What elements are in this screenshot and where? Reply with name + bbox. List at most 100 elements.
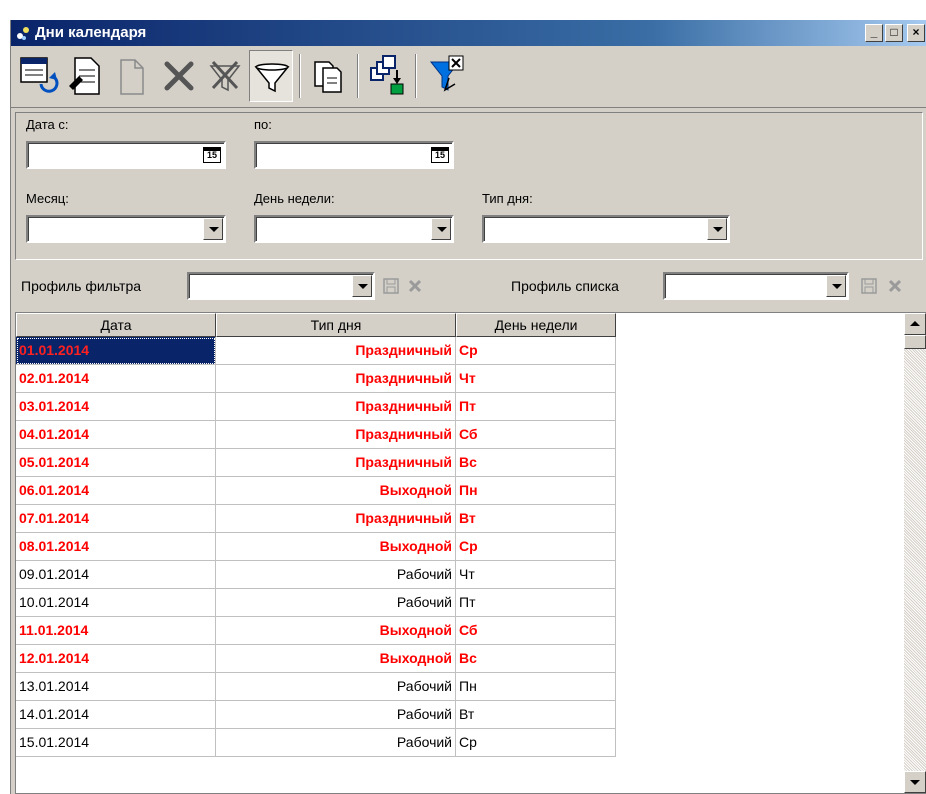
table-row[interactable]: 15.01.2014 Рабочий Ср (16, 729, 616, 757)
table-row[interactable]: 11.01.2014 Выходной Сб (16, 617, 616, 645)
cell-weekday: Ср (456, 533, 616, 561)
calendar-icon: 15 (206, 150, 217, 160)
scroll-up-icon[interactable] (904, 313, 926, 335)
table-row[interactable]: 06.01.2014 Выходной Пн (16, 477, 616, 505)
daytype-select[interactable] (482, 215, 730, 243)
toolbar (11, 46, 926, 108)
calendar-icon: 15 (434, 150, 445, 160)
cell-date: 06.01.2014 (16, 477, 216, 505)
save-icon[interactable] (861, 278, 877, 294)
edit-document-icon (69, 57, 100, 95)
cell-weekday: Пт (456, 393, 616, 421)
cell-date: 03.01.2014 (16, 393, 216, 421)
table-row[interactable]: 10.01.2014 Рабочий Пт (16, 589, 616, 617)
minimize-button[interactable]: _ (865, 24, 883, 42)
filter-button[interactable] (249, 50, 293, 102)
table-row[interactable]: 12.01.2014 Выходной Вс (16, 645, 616, 673)
cell-weekday: Чт (456, 365, 616, 393)
cell-day-type: Праздничный (216, 505, 456, 533)
vertical-scrollbar[interactable] (904, 313, 926, 793)
cell-date: 11.01.2014 (16, 617, 216, 645)
clear-filter-button[interactable] (203, 50, 247, 102)
cell-day-type: Выходной (216, 617, 456, 645)
daytype-label: Тип дня: (482, 191, 533, 206)
calendar-button[interactable]: 15 (431, 147, 449, 163)
export-button[interactable] (365, 50, 409, 102)
window-title: Дни календаря (35, 24, 147, 41)
maximize-icon: □ (890, 25, 898, 39)
filter-profile-select[interactable] (187, 272, 375, 300)
maximize-button[interactable]: □ (885, 24, 903, 42)
date-to-field[interactable]: 15 (254, 141, 454, 169)
chevron-down-icon[interactable] (352, 275, 372, 297)
date-from-label: Дата с: (26, 117, 69, 132)
cell-date: 02.01.2014 (16, 365, 216, 393)
cell-day-type: Праздничный (216, 421, 456, 449)
delete-profile-icon[interactable] (407, 278, 423, 294)
calendar-button[interactable]: 15 (203, 147, 221, 163)
minimize-icon: _ (870, 25, 878, 39)
cell-day-type: Рабочий (216, 673, 456, 701)
list-profile-select[interactable] (663, 272, 849, 300)
table-row[interactable]: 05.01.2014 Праздничный Вс (16, 449, 616, 477)
save-icon[interactable] (383, 278, 399, 294)
chevron-down-icon[interactable] (707, 218, 727, 240)
cell-date: 15.01.2014 (16, 729, 216, 757)
cell-day-type: Выходной (216, 477, 456, 505)
copy-icon (314, 61, 342, 93)
close-icon: × (912, 25, 920, 39)
chevron-down-icon[interactable] (431, 218, 451, 240)
filter-settings-icon (429, 55, 464, 92)
cell-weekday: Ср (456, 729, 616, 757)
cell-day-type: Праздничный (216, 365, 456, 393)
cell-weekday: Вс (456, 645, 616, 673)
weekday-select[interactable] (254, 215, 454, 243)
column-header-date[interactable]: Дата (16, 313, 216, 337)
refresh-button[interactable] (17, 50, 61, 102)
table-row[interactable]: 08.01.2014 Выходной Ср (16, 533, 616, 561)
export-icon (370, 55, 404, 95)
column-header-day-type[interactable]: Тип дня (216, 313, 456, 337)
copy-button[interactable] (307, 50, 351, 102)
delete-profile-icon[interactable] (887, 278, 903, 294)
table-row[interactable]: 07.01.2014 Праздничный Вт (16, 505, 616, 533)
chevron-down-icon[interactable] (203, 218, 223, 240)
cell-weekday: Сб (456, 617, 616, 645)
toolbar-separator (415, 54, 417, 98)
cell-date: 08.01.2014 (16, 533, 216, 561)
calendar-days-window: Дни календаря _ □ × Дата с: 15 по: 15 Ме… (10, 20, 926, 794)
edit-button[interactable] (63, 50, 107, 102)
table-row[interactable]: 14.01.2014 Рабочий Вт (16, 701, 616, 729)
table-row[interactable]: 01.01.2014 Праздничный Ср (16, 337, 616, 365)
chevron-down-icon[interactable] (826, 275, 846, 297)
cell-date: 05.01.2014 (16, 449, 216, 477)
column-header-weekday[interactable]: День недели (456, 313, 616, 337)
app-icon (17, 27, 29, 40)
toolbar-separator (299, 54, 301, 98)
refresh-icon (20, 57, 59, 93)
title-bar[interactable]: Дни календаря _ □ × (11, 20, 926, 46)
month-label: Месяц: (26, 191, 69, 206)
table-row[interactable]: 02.01.2014 Праздничный Чт (16, 365, 616, 393)
new-document-button[interactable] (109, 50, 153, 102)
scroll-down-icon[interactable] (904, 771, 926, 793)
cell-day-type: Рабочий (216, 701, 456, 729)
delete-button[interactable] (157, 50, 201, 102)
date-from-field[interactable]: 15 (26, 141, 226, 169)
close-button[interactable]: × (907, 24, 925, 42)
cell-day-type: Выходной (216, 533, 456, 561)
month-select[interactable] (26, 215, 226, 243)
date-to-label: по: (254, 117, 272, 132)
cell-weekday: Ср (456, 337, 616, 365)
cell-day-type: Рабочий (216, 561, 456, 589)
cell-weekday: Вт (456, 505, 616, 533)
table-row[interactable]: 13.01.2014 Рабочий Пн (16, 673, 616, 701)
scroll-thumb[interactable] (904, 335, 926, 349)
filter-settings-button[interactable] (425, 50, 469, 102)
table-row[interactable]: 03.01.2014 Праздничный Пт (16, 393, 616, 421)
table-row[interactable]: 04.01.2014 Праздничный Сб (16, 421, 616, 449)
toolbar-separator (357, 54, 359, 98)
profile-bar: Профиль фильтра Профиль списка (11, 264, 926, 308)
table-row[interactable]: 09.01.2014 Рабочий Чт (16, 561, 616, 589)
table-header: Дата Тип дня День недели (16, 313, 616, 337)
